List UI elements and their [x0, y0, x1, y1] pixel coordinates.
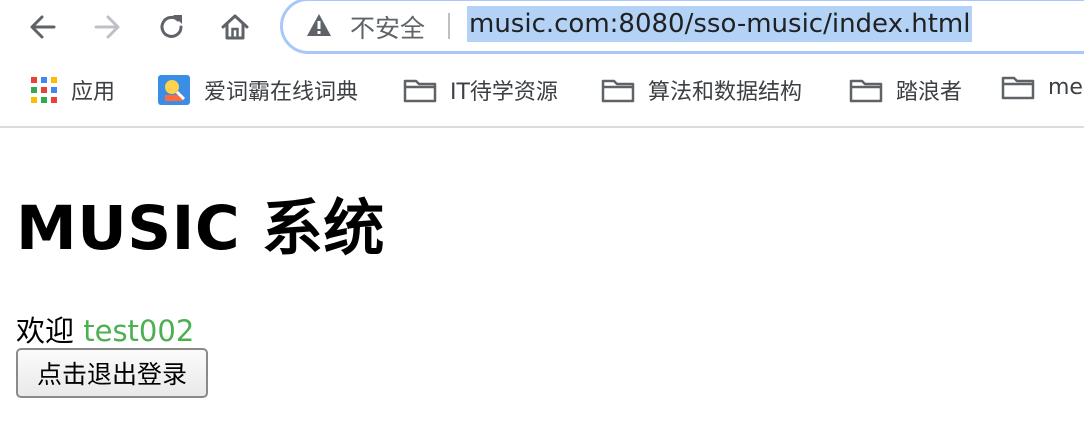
omnibox-separator: [448, 13, 450, 39]
security-status-text[interactable]: 不安全: [350, 9, 425, 45]
folder-icon: [849, 77, 883, 103]
bookmark-label: 算法和数据结构: [648, 80, 803, 105]
warning-triangle-icon[interactable]: [306, 13, 332, 37]
address-bar[interactable]: 不安全 music.com:8080/sso-music/index.html: [280, 0, 1084, 54]
home-button[interactable]: [215, 8, 255, 46]
logout-button[interactable]: 点击退出登录: [16, 348, 208, 398]
folder-icon: [403, 77, 437, 103]
iciba-favicon: [157, 74, 191, 106]
toolbar-divider: [0, 126, 1084, 128]
bookmark-folder-me[interactable]: me: [1001, 74, 1083, 100]
bookmark-label: 爱词霸在线词典: [204, 80, 359, 105]
bookmarks-bar: 应用 爱词霸在线词典 IT待学资源 算法和数据结构 踏浪者 me: [0, 68, 1084, 112]
bookmark-label: 应用: [71, 80, 116, 105]
reload-button[interactable]: [152, 8, 192, 46]
home-icon: [221, 14, 249, 40]
forward-button[interactable]: [87, 8, 127, 46]
folder-icon: [601, 77, 635, 103]
bookmark-label: 踏浪者: [896, 80, 963, 105]
bookmark-apps[interactable]: 应用: [30, 74, 115, 106]
bookmark-label: IT待学资源: [450, 80, 558, 105]
back-arrow-icon: [30, 15, 56, 39]
reload-icon: [160, 15, 183, 38]
apps-grid-icon: [30, 76, 58, 104]
bookmark-label: me: [1048, 74, 1083, 100]
forward-arrow-icon: [94, 15, 120, 39]
bookmark-folder-it[interactable]: IT待学资源: [403, 74, 558, 106]
url-text[interactable]: music.com:8080/sso-music/index.html: [467, 6, 973, 42]
welcome-prefix: 欢迎: [16, 314, 75, 348]
page-title: MUSIC 系统: [16, 193, 385, 264]
bookmark-folder-talangzhe[interactable]: 踏浪者: [849, 74, 962, 106]
back-button[interactable]: [23, 8, 63, 46]
browser-toolbar: 不安全 music.com:8080/sso-music/index.html: [0, 0, 1084, 56]
bookmark-iciba[interactable]: 爱词霸在线词典: [157, 74, 358, 106]
username: test002: [83, 314, 195, 348]
bookmark-folder-algorithms[interactable]: 算法和数据结构: [601, 74, 802, 106]
welcome-message: 欢迎 test002: [16, 308, 194, 350]
folder-icon: [1001, 74, 1035, 100]
